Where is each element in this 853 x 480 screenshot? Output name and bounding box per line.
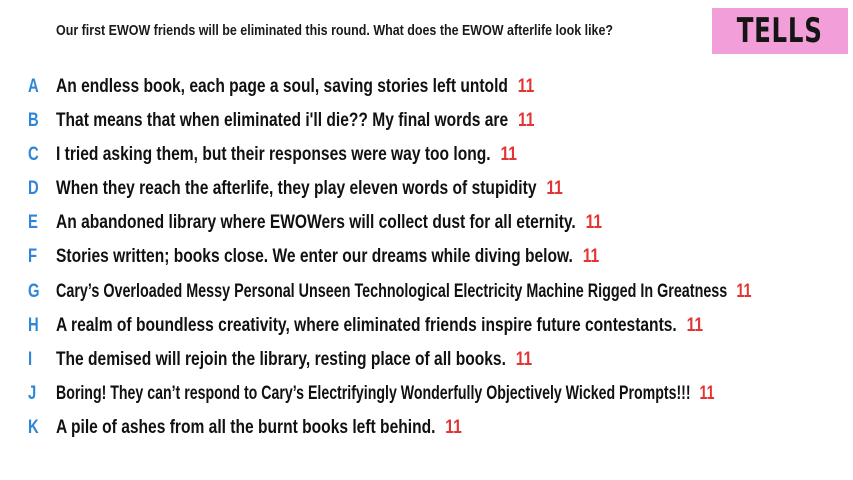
response-letter: E [28,212,38,233]
word-count: 11 [500,144,517,165]
prompt-text: Our first EWOW friends will be eliminate… [56,23,614,39]
response-letter: H [28,315,39,336]
response-line: Stories written; books close. We enter o… [56,246,599,268]
response-line: The demised will rejoin the library, res… [56,349,532,371]
response-line: When they reach the afterlife, they play… [56,178,563,200]
response-letter: A [28,76,39,97]
response-text: A realm of boundless creativity, where e… [56,315,677,336]
response-text: An endless book, each page a soul, savin… [56,76,508,97]
response-text: The demised will rejoin the library, res… [56,349,506,370]
word-count: 11 [517,110,535,131]
response-text: Stories written; books close. We enter o… [56,246,573,267]
response-letter: C [28,144,39,165]
response-line: Cary’s Overloaded Messy Personal Unseen … [56,281,751,303]
response-letter: G [28,281,40,302]
response-line: I tried asking them, but their responses… [56,144,517,166]
response-letter: F [28,246,38,267]
response-text: An abandoned library where EWOWers will … [56,212,576,233]
word-count: 11 [445,417,462,438]
word-count: 11 [585,212,603,233]
response-line: A pile of ashes from all the burnt books… [56,417,462,439]
response-text: Boring! They can’t respond to Cary’s Ele… [56,383,691,404]
word-count: 11 [736,281,752,302]
response-text: A pile of ashes from all the burnt books… [56,417,436,438]
response-text: That means that when eliminated i'll die… [56,110,509,131]
word-count: 11 [686,315,704,336]
response-text: Cary’s Overloaded Messy Personal Unseen … [56,281,728,302]
word-count: 11 [582,246,600,267]
tells-badge-label: TELLS [737,11,823,51]
response-letter: D [28,178,39,199]
word-count: 11 [515,349,533,370]
response-letter: I [28,349,33,370]
response-line: Boring! They can’t respond to Cary’s Ele… [56,383,715,405]
response-letter: K [28,417,39,438]
response-letter: J [28,383,37,404]
tells-badge: TELLS [712,8,848,54]
response-text: I tried asking them, but their responses… [56,144,491,165]
response-text: When they reach the afterlife, they play… [56,178,537,199]
response-line: A realm of boundless creativity, where e… [56,315,703,337]
word-count: 11 [546,178,563,199]
response-letter: B [28,110,39,131]
response-line: An endless book, each page a soul, savin… [56,76,534,98]
word-count: 11 [699,383,715,404]
word-count: 11 [517,76,535,97]
response-line: That means that when eliminated i'll die… [56,110,534,132]
response-line: An abandoned library where EWOWers will … [56,212,602,234]
